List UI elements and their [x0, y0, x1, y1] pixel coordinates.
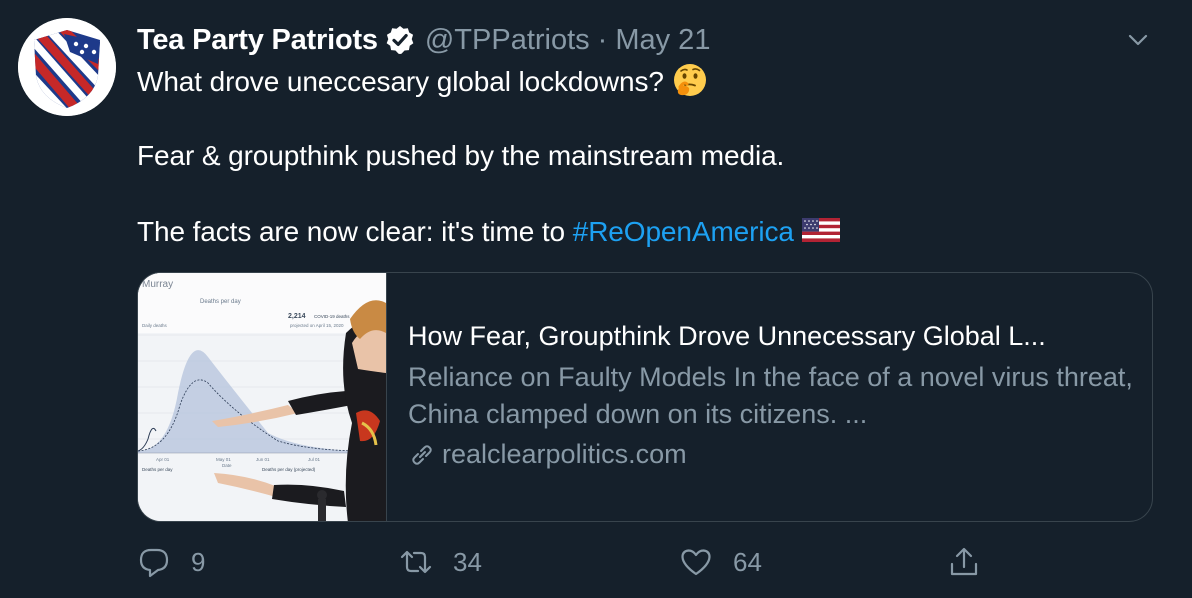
image-stat-label: COVID-19 deaths [314, 314, 350, 319]
image-name-text: Murray [142, 279, 173, 290]
us-flag-icon [801, 216, 840, 251]
tweet-date[interactable]: May 21 [615, 24, 710, 57]
image-x-label: Date [222, 463, 232, 468]
chart-photo-image: Murray Deaths per day 2,214 COVID-19 dea… [138, 273, 386, 521]
share-icon [947, 545, 981, 579]
share-button[interactable] [947, 540, 981, 584]
card-domain[interactable]: realclearpolitics.com [442, 439, 687, 470]
retweet-icon [399, 545, 433, 579]
display-name[interactable]: Tea Party Patriots [137, 24, 378, 57]
separator-dot: · [597, 23, 608, 56]
card-description: Reliance on Faulty Models In the face of… [408, 362, 1133, 429]
like-button[interactable]: 64 [679, 540, 762, 584]
heart-icon [679, 545, 713, 579]
image-x-tick: Jun 01 [256, 457, 270, 462]
card-thumbnail: Murray Deaths per day 2,214 COVID-19 dea… [138, 273, 387, 521]
user-handle[interactable]: @TPPatriots [425, 24, 590, 57]
verified-badge-icon [384, 24, 416, 56]
reply-count: 9 [191, 546, 206, 577]
card-title[interactable]: How Fear, Groupthink Drove Unnecessary G… [408, 317, 1138, 355]
reply-icon [137, 545, 171, 579]
image-chart-title: Deaths per day [200, 299, 241, 305]
thinking-face-icon [672, 62, 708, 105]
card-text: How Fear, Groupthink Drove Unnecessary G… [408, 317, 1138, 470]
tweet-actions: 9 34 64 [137, 540, 997, 584]
hashtag-link[interactable]: #ReOpenAmerica [573, 216, 794, 247]
image-x-tick: Apr 01 [156, 457, 170, 462]
tweet-text-line-1: What drove uneccesary global lockdowns? [137, 62, 708, 105]
image-legend-1: Deaths per day [142, 467, 173, 472]
tweet-text: What drove uneccesary global lockdowns? [137, 65, 664, 97]
tweet-header: Tea Party Patriots @TPPatriots · May 21 [137, 20, 710, 60]
reply-button[interactable]: 9 [137, 540, 205, 584]
like-count: 64 [733, 546, 762, 577]
tweet-text: The facts are now clear: it's time to [137, 216, 573, 247]
image-stat-sub: projected on April 15, 2020 [290, 323, 344, 328]
retweet-button[interactable]: 34 [399, 540, 482, 584]
retweet-count: 34 [453, 546, 482, 577]
link-preview-card[interactable]: Murray Deaths per day 2,214 COVID-19 dea… [137, 272, 1153, 522]
image-axis-label: Daily deaths [142, 323, 168, 328]
tweet-text-line-3: The facts are now clear: it's time to #R… [137, 216, 840, 251]
link-icon [408, 441, 436, 469]
card-domain-row: realclearpolitics.com [408, 439, 1138, 470]
image-x-tick: Jul 01 [308, 457, 321, 462]
tweet: Tea Party Patriots @TPPatriots · May 21 … [0, 0, 1192, 598]
tweet-text-line-2: Fear & groupthink pushed by the mainstre… [137, 140, 785, 171]
avatar[interactable] [18, 18, 116, 116]
chevron-down-icon[interactable] [1124, 26, 1152, 54]
image-legend-2: Deaths per day (projected) [262, 467, 316, 472]
image-x-tick: May 01 [216, 457, 231, 462]
image-stat: 2,214 [288, 313, 306, 320]
shield-logo-icon [18, 18, 116, 116]
